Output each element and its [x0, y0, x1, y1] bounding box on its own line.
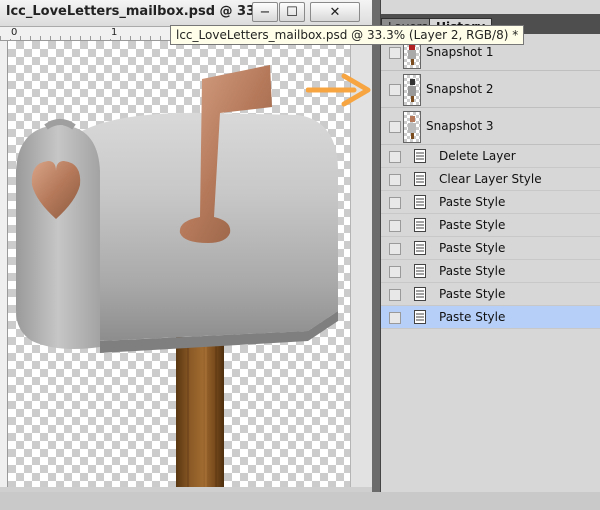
history-panel: Layers History Snapshot 1 Snapshot 2 Sna…: [380, 0, 600, 492]
history-snapshot-2[interactable]: Snapshot 2: [381, 71, 600, 108]
history-list: Snapshot 1 Snapshot 2 Snapshot 3 Delete …: [381, 34, 600, 329]
history-state-label: Paste Style: [439, 310, 506, 324]
document-tooltip: lcc_LoveLetters_mailbox.psd @ 33.3% (Lay…: [170, 25, 525, 45]
mailbox-image: [16, 65, 338, 487]
history-brush-source-checkbox[interactable]: [389, 47, 401, 59]
close-button[interactable]: ✕: [310, 2, 360, 22]
document-title-bar[interactable]: lcc_LoveLetters_mailbox.psd @ 33.3... − …: [0, 0, 372, 27]
history-brush-source-checkbox[interactable]: [389, 174, 401, 186]
history-state-document-icon: [414, 264, 426, 278]
history-brush-source-checkbox[interactable]: [389, 289, 401, 301]
history-state[interactable]: Paste Style: [381, 214, 600, 237]
snapshot-thumbnail: [403, 74, 421, 106]
history-brush-source-checkbox[interactable]: [389, 243, 401, 255]
history-state-label: Paste Style: [439, 264, 506, 278]
history-state-label: Delete Layer: [439, 149, 516, 163]
history-state[interactable]: Paste Style: [381, 237, 600, 260]
mailbox-body: [16, 112, 338, 353]
history-state[interactable]: Paste Style: [381, 191, 600, 214]
history-snapshot-3[interactable]: Snapshot 3: [381, 108, 600, 145]
history-brush-source-checkbox[interactable]: [389, 220, 401, 232]
history-state-document-icon: [414, 195, 426, 209]
history-state-selected[interactable]: Paste Style: [381, 306, 600, 329]
history-brush-source-checkbox[interactable]: [389, 84, 401, 96]
ruler-mark-1: 1: [110, 27, 119, 39]
history-state-document-icon: [414, 287, 426, 301]
history-state[interactable]: Delete Layer: [381, 145, 600, 168]
history-state-label: Paste Style: [439, 218, 506, 232]
document-title: lcc_LoveLetters_mailbox.psd @ 33.3...: [6, 4, 284, 19]
ruler-mark-0: 0: [10, 27, 19, 39]
history-brush-source-checkbox[interactable]: [389, 121, 401, 133]
history-state[interactable]: Clear Layer Style: [381, 168, 600, 191]
history-brush-source-checkbox[interactable]: [389, 312, 401, 324]
workspace-bottom-strip: [0, 492, 600, 510]
history-state[interactable]: Paste Style: [381, 283, 600, 306]
snapshot-label: Snapshot 3: [426, 119, 494, 133]
vertical-ruler[interactable]: [0, 41, 8, 492]
snapshot-thumbnail: [403, 111, 421, 143]
history-brush-source-checkbox[interactable]: [389, 266, 401, 278]
history-state-document-icon: [414, 310, 426, 324]
vertical-scrollbar[interactable]: [350, 41, 372, 492]
history-state-document-icon: [414, 218, 426, 232]
arrow-icon: [306, 73, 371, 107]
wooden-post: [176, 337, 224, 487]
history-state-label: Paste Style: [439, 241, 506, 255]
history-state-label: Paste Style: [439, 195, 506, 209]
history-brush-source-checkbox[interactable]: [389, 151, 401, 163]
history-brush-source-checkbox[interactable]: [389, 197, 401, 209]
history-state-label: Clear Layer Style: [439, 172, 542, 186]
history-state-label: Paste Style: [439, 287, 506, 301]
minimize-button[interactable]: −: [252, 2, 278, 22]
history-state-document-icon: [414, 241, 426, 255]
maximize-button[interactable]: ☐: [279, 2, 305, 22]
snapshot-label: Snapshot 1: [426, 45, 494, 59]
history-state[interactable]: Paste Style: [381, 260, 600, 283]
history-state-document-icon: [414, 172, 426, 186]
snapshot-label: Snapshot 2: [426, 82, 494, 96]
history-state-document-icon: [414, 149, 426, 163]
